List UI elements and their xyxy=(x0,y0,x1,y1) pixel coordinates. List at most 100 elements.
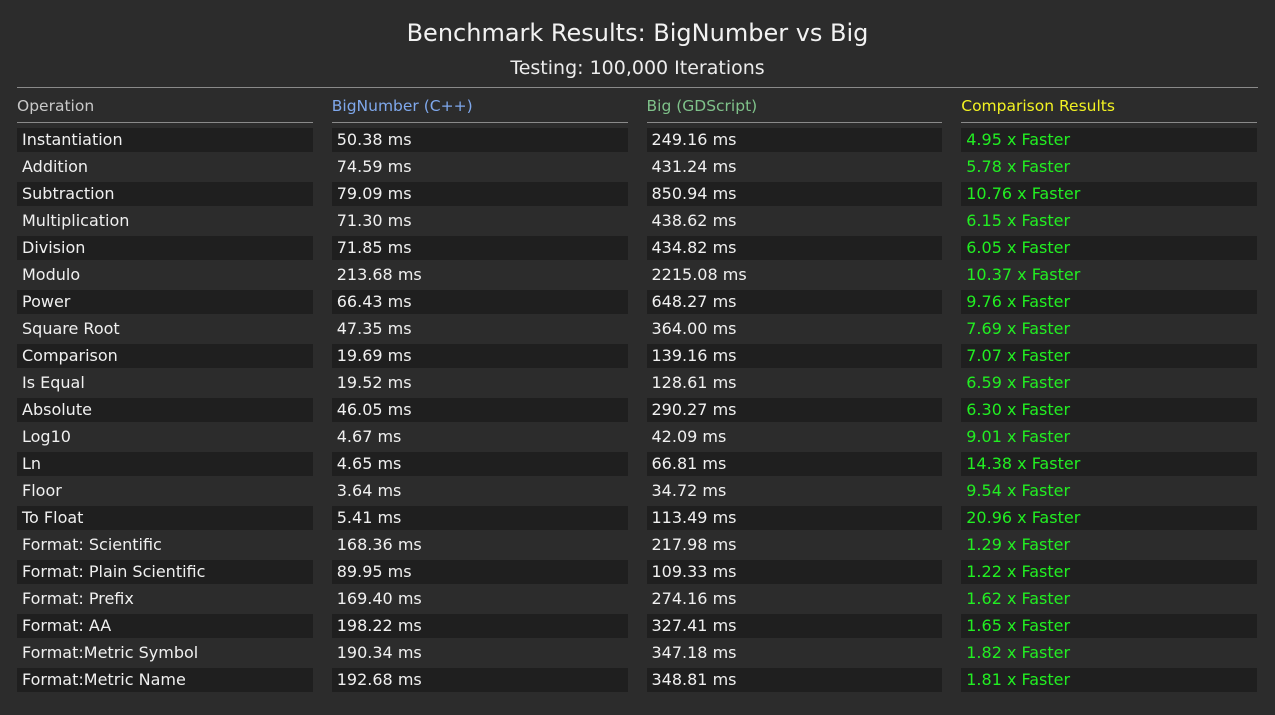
cell-bignumber-time: 5.41 ms xyxy=(331,505,628,530)
cell-comparison: 6.59 x Faster xyxy=(961,370,1257,395)
cell-operation: Modulo xyxy=(17,262,313,287)
cell-big-time: 347.18 ms xyxy=(646,640,943,665)
table-row: Format: Prefix 169.40 ms 274.16 ms 1.62 x F… xyxy=(17,585,1257,612)
cell-bignumber-time: 213.68 ms xyxy=(331,262,628,287)
cell-comparison: 10.37 x Faster xyxy=(961,262,1257,287)
cell-comparison: 6.15 x Faster xyxy=(961,208,1257,233)
cell-big-time: 850.94 ms xyxy=(646,181,943,206)
cell-comparison: 10.76 x Faster xyxy=(961,181,1257,206)
cell-bignumber-time: 71.85 ms xyxy=(331,235,628,260)
cell-bignumber-time: 198.22 ms xyxy=(331,613,628,638)
table-row: Square Root 47.35 ms 364.00 ms 7.69 x Faste… xyxy=(17,315,1257,342)
cell-bignumber-time: 4.65 ms xyxy=(331,451,628,476)
cell-comparison: 1.65 x Faster xyxy=(961,613,1257,638)
header-comparison-results: Comparison Results xyxy=(961,93,1257,123)
cell-bignumber-time: 74.59 ms xyxy=(331,154,628,179)
cell-comparison: 1.81 x Faster xyxy=(961,667,1257,692)
table-row: Format: Plain Scientific 89.95 ms 109.33 m… xyxy=(17,558,1257,585)
table-header-row: Operation BigNumber (C++) Big (GDScript)… xyxy=(17,93,1257,123)
cell-big-time: 66.81 ms xyxy=(646,451,943,476)
cell-big-time: 42.09 ms xyxy=(646,424,943,449)
cell-operation: Addition xyxy=(17,154,313,179)
cell-comparison: 14.38 x Faster xyxy=(961,451,1257,476)
cell-bignumber-time: 3.64 ms xyxy=(331,478,628,503)
cell-bignumber-time: 192.68 ms xyxy=(331,667,628,692)
cell-comparison: 7.69 x Faster xyxy=(961,316,1257,341)
cell-operation: Absolute xyxy=(17,397,313,422)
cell-bignumber-time: 79.09 ms xyxy=(331,181,628,206)
header-big-gdscript: Big (GDScript) xyxy=(646,93,943,123)
cell-bignumber-time: 168.36 ms xyxy=(331,532,628,557)
table-row: Is Equal 19.52 ms 128.61 ms 6.59 x Faster xyxy=(17,369,1257,396)
cell-comparison: 6.05 x Faster xyxy=(961,235,1257,260)
title-divider xyxy=(17,87,1258,88)
cell-operation: Is Equal xyxy=(17,370,313,395)
cell-comparison: 1.29 x Faster xyxy=(961,532,1257,557)
cell-operation: Comparison xyxy=(17,343,313,368)
cell-comparison: 9.01 x Faster xyxy=(961,424,1257,449)
cell-big-time: 109.33 ms xyxy=(646,559,943,584)
cell-big-time: 364.00 ms xyxy=(646,316,943,341)
cell-comparison: 1.22 x Faster xyxy=(961,559,1257,584)
table-row: Subtraction 79.09 ms 850.94 ms 10.76 x Fast… xyxy=(17,180,1257,207)
table-row: Floor 3.64 ms 34.72 ms 9.54 x Faster xyxy=(17,477,1257,504)
cell-comparison: 20.96 x Faster xyxy=(961,505,1257,530)
cell-big-time: 128.61 ms xyxy=(646,370,943,395)
cell-big-time: 438.62 ms xyxy=(646,208,943,233)
cell-bignumber-time: 190.34 ms xyxy=(331,640,628,665)
cell-big-time: 249.16 ms xyxy=(646,127,943,152)
table-row: Addition 74.59 ms 431.24 ms 5.78 x Faster xyxy=(17,153,1257,180)
table-body: Instantiation 50.38 ms 249.16 ms 4.95 x Fas… xyxy=(17,126,1257,693)
header-bignumber-cpp: BigNumber (C++) xyxy=(331,93,628,123)
benchmark-table: Operation BigNumber (C++) Big (GDScript)… xyxy=(17,93,1257,693)
cell-operation: Square Root xyxy=(17,316,313,341)
cell-operation: Format:Metric Name xyxy=(17,667,313,692)
cell-operation: To Float xyxy=(17,505,313,530)
cell-comparison: 9.54 x Faster xyxy=(961,478,1257,503)
cell-comparison: 5.78 x Faster xyxy=(961,154,1257,179)
cell-big-time: 348.81 ms xyxy=(646,667,943,692)
cell-big-time: 274.16 ms xyxy=(646,586,943,611)
table-row: Power 66.43 ms 648.27 ms 9.76 x Faster xyxy=(17,288,1257,315)
cell-operation: Format: Prefix xyxy=(17,586,313,611)
cell-comparison: 6.30 x Faster xyxy=(961,397,1257,422)
cell-big-time: 434.82 ms xyxy=(646,235,943,260)
cell-bignumber-time: 50.38 ms xyxy=(331,127,628,152)
table-row: Format: Scientific 168.36 ms 217.98 ms 1.29… xyxy=(17,531,1257,558)
table-row: Log10 4.67 ms 42.09 ms 9.01 x Faster xyxy=(17,423,1257,450)
cell-operation: Subtraction xyxy=(17,181,313,206)
table-row: Instantiation 50.38 ms 249.16 ms 4.95 x Fas… xyxy=(17,126,1257,153)
table-row: Format: AA 198.22 ms 327.41 ms 1.65 x Faste… xyxy=(17,612,1257,639)
cell-big-time: 2215.08 ms xyxy=(646,262,943,287)
cell-operation: Format: Scientific xyxy=(17,532,313,557)
table-row: Modulo 213.68 ms 2215.08 ms 10.37 x Faster xyxy=(17,261,1257,288)
cell-bignumber-time: 4.67 ms xyxy=(331,424,628,449)
table-row: To Float 5.41 ms 113.49 ms 20.96 x Faster xyxy=(17,504,1257,531)
cell-big-time: 34.72 ms xyxy=(646,478,943,503)
cell-big-time: 217.98 ms xyxy=(646,532,943,557)
cell-operation: Ln xyxy=(17,451,313,476)
cell-comparison: 9.76 x Faster xyxy=(961,289,1257,314)
cell-bignumber-time: 66.43 ms xyxy=(331,289,628,314)
cell-bignumber-time: 71.30 ms xyxy=(331,208,628,233)
table-row: Multiplication 71.30 ms 438.62 ms 6.15 x Fa… xyxy=(17,207,1257,234)
table-row: Format:Metric Name 192.68 ms 348.81 ms 1.81… xyxy=(17,666,1257,693)
cell-operation: Instantiation xyxy=(17,127,313,152)
cell-big-time: 431.24 ms xyxy=(646,154,943,179)
page-title: Benchmark Results: BigNumber vs Big xyxy=(406,19,869,47)
cell-comparison: 1.82 x Faster xyxy=(961,640,1257,665)
cell-operation: Floor xyxy=(17,478,313,503)
cell-bignumber-time: 19.52 ms xyxy=(331,370,628,395)
cell-big-time: 648.27 ms xyxy=(646,289,943,314)
cell-big-time: 327.41 ms xyxy=(646,613,943,638)
cell-operation: Division xyxy=(17,235,313,260)
cell-bignumber-time: 46.05 ms xyxy=(331,397,628,422)
cell-comparison: 4.95 x Faster xyxy=(961,127,1257,152)
cell-bignumber-time: 169.40 ms xyxy=(331,586,628,611)
cell-operation: Format:Metric Symbol xyxy=(17,640,313,665)
table-row: Division 71.85 ms 434.82 ms 6.05 x Faster xyxy=(17,234,1257,261)
cell-operation: Power xyxy=(17,289,313,314)
cell-bignumber-time: 89.95 ms xyxy=(331,559,628,584)
cell-comparison: 7.07 x Faster xyxy=(961,343,1257,368)
page-subtitle: Testing: 100,000 Iterations xyxy=(510,57,765,79)
